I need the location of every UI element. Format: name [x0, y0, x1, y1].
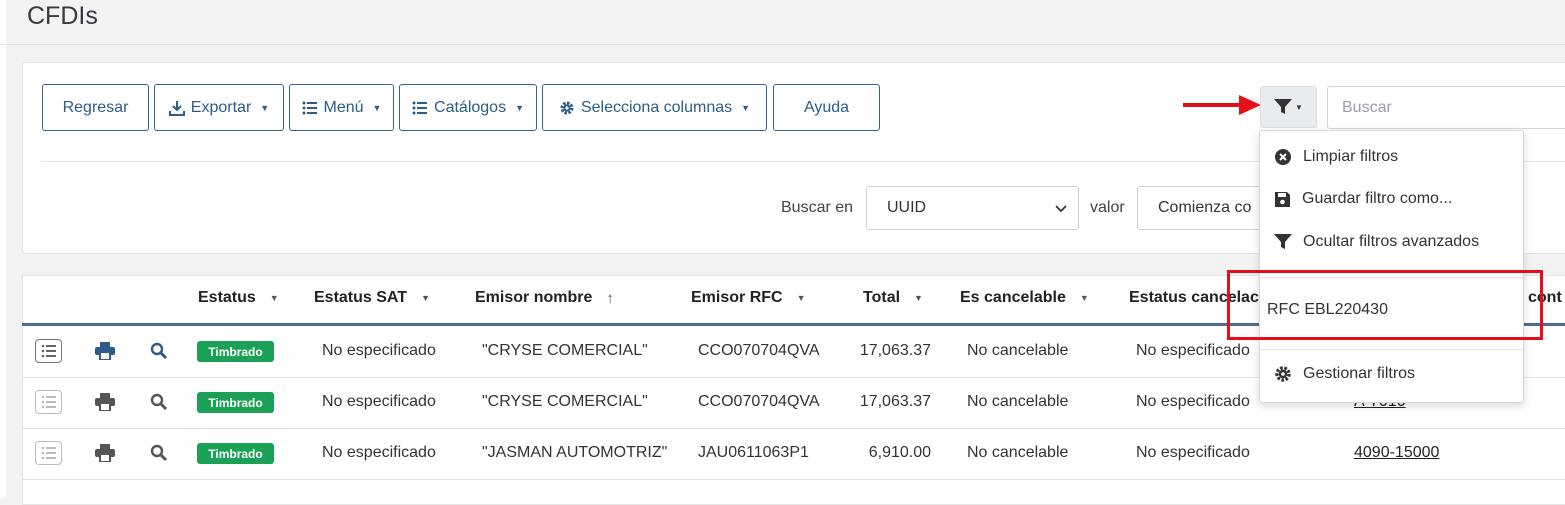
sort-ascending-icon: ↑ — [606, 289, 614, 307]
sort-icon: ▼ — [796, 293, 806, 303]
list-icon — [41, 395, 56, 409]
save-filter-as-item[interactable]: Guardar filtro como... — [1274, 190, 1452, 208]
table-cell-issuer-name: "CRYSE COMERCIAL" — [482, 393, 648, 410]
sort-icon: ▼ — [269, 293, 279, 303]
table-cell-total: 17,063.37 — [859, 393, 931, 410]
table-cell-sat-status: No especificado — [322, 444, 436, 461]
status-badge: Timbrado — [197, 443, 274, 464]
status-badge: Timbrado — [197, 341, 274, 362]
close-circle-icon — [1275, 149, 1291, 165]
print-icon[interactable] — [95, 393, 115, 411]
search-in-select[interactable]: UUID — [866, 186, 1079, 230]
table-cell-cancellable: No cancelable — [967, 444, 1069, 461]
table-cell-account-link[interactable]: 4090-15000 — [1354, 444, 1439, 462]
table-cell-cancellable: No cancelable — [967, 393, 1069, 410]
search-icon[interactable] — [150, 342, 168, 360]
column-header-total[interactable]: Total ▼ — [863, 289, 923, 307]
header-divider — [0, 44, 1565, 45]
filter-dropdown-menu: Limpiar filtros Guardar filtro como... O… — [1259, 130, 1525, 403]
table-cell-total: 17,063.37 — [859, 342, 931, 359]
clear-filters-item[interactable]: Limpiar filtros — [1274, 148, 1398, 166]
menu-divider — [1260, 349, 1525, 350]
print-icon[interactable] — [95, 444, 115, 462]
gear-icon — [1275, 366, 1291, 382]
save-icon — [1275, 191, 1290, 207]
filter-icon — [1274, 234, 1292, 249]
search-icon[interactable] — [150, 444, 168, 462]
catalogs-button-label: Catálogos — [434, 98, 507, 116]
column-header-cancellable[interactable]: Es cancelable ▼ — [960, 289, 1089, 307]
hide-advanced-filters-item[interactable]: Ocultar filtros avanzados — [1274, 233, 1479, 251]
back-button-label: Regresar — [62, 98, 129, 116]
export-button[interactable]: Exportar ▼ — [154, 84, 284, 131]
search-in-label: Buscar en — [781, 199, 854, 216]
table-cell-issuer-rfc: CCO070704QVA — [698, 342, 820, 359]
row-details-button[interactable] — [35, 390, 62, 414]
catalogs-button[interactable]: Catálogos ▼ — [399, 84, 537, 131]
select-columns-button-label: Selecciona columnas — [580, 98, 733, 116]
chevron-down-icon: ▼ — [372, 102, 382, 113]
table-cell-total: 6,910.00 — [868, 444, 931, 461]
value-select-value: Comienza co — [1158, 199, 1252, 216]
table-cell-issuer-name: "CRYSE COMERCIAL" — [482, 342, 648, 359]
chevron-down-icon: ▼ — [741, 102, 751, 113]
left-strip — [0, 0, 6, 498]
menu-button[interactable]: Menú ▼ — [289, 84, 394, 131]
column-header-issuer-rfc[interactable]: Emisor RFC ▼ — [691, 289, 806, 307]
help-button-label: Ayuda — [803, 98, 850, 116]
column-header-sat-status[interactable]: Estatus SAT ▼ — [314, 289, 430, 307]
chevron-down-icon — [1055, 205, 1067, 213]
row-details-button[interactable] — [35, 441, 62, 465]
row-divider — [22, 428, 1565, 429]
list-icon — [412, 101, 428, 114]
highlight-annotation-box — [1227, 270, 1543, 340]
table-cell-sat-status: No especificado — [322, 342, 436, 359]
print-icon[interactable] — [95, 342, 115, 360]
back-button[interactable]: Regresar — [42, 84, 149, 131]
row-details-button[interactable] — [35, 339, 62, 363]
table-cell-cancel-status: No especificado — [1136, 444, 1250, 461]
sort-icon: ▼ — [914, 293, 923, 303]
table-cell-cancel-status: No especificado — [1136, 342, 1250, 359]
table-cell-cancellable: No cancelable — [967, 342, 1069, 359]
help-button[interactable]: Ayuda — [773, 84, 880, 131]
filter-icon — [1274, 99, 1293, 114]
table-cell-sat-status: No especificado — [322, 393, 436, 410]
filter-toggle-button[interactable]: ▼ — [1260, 86, 1317, 128]
row-divider — [22, 479, 1565, 480]
search-input[interactable] — [1327, 86, 1565, 129]
table-cell-issuer-rfc: JAU0611063P1 — [698, 444, 809, 461]
page-title: CFDIs — [27, 2, 98, 30]
table-cell-issuer-name: "JASMAN AUTOMOTRIZ" — [482, 444, 668, 461]
export-button-label: Exportar — [190, 98, 252, 116]
select-columns-button[interactable]: Selecciona columnas ▼ — [542, 84, 767, 131]
value-select[interactable]: Comienza co — [1137, 186, 1277, 230]
search-in-value: UUID — [887, 199, 927, 216]
arrow-right-icon — [1183, 95, 1261, 115]
column-header-issuer-name[interactable]: Emisor nombre ↑ — [475, 289, 614, 307]
status-badge: Timbrado — [197, 392, 274, 413]
list-icon — [41, 446, 56, 460]
sort-icon: ▼ — [421, 293, 430, 303]
table-cell-issuer-rfc: CCO070704QVA — [698, 393, 820, 410]
list-icon — [302, 101, 317, 114]
gear-icon — [560, 101, 574, 114]
sort-icon: ▼ — [1079, 293, 1089, 303]
menu-button-label: Menú — [323, 98, 364, 116]
chevron-down-icon: ▼ — [515, 102, 524, 113]
chevron-down-icon: ▼ — [260, 102, 270, 113]
manage-filters-item[interactable]: Gestionar filtros — [1274, 365, 1415, 383]
value-label: valor — [1090, 199, 1125, 216]
list-icon — [41, 344, 56, 358]
chevron-down-icon: ▼ — [1295, 102, 1303, 112]
search-icon[interactable] — [150, 393, 168, 411]
column-header-status[interactable]: Estatus ▼ — [198, 289, 279, 307]
download-icon — [168, 100, 185, 116]
table-cell-cancel-status: No especificado — [1136, 393, 1250, 410]
